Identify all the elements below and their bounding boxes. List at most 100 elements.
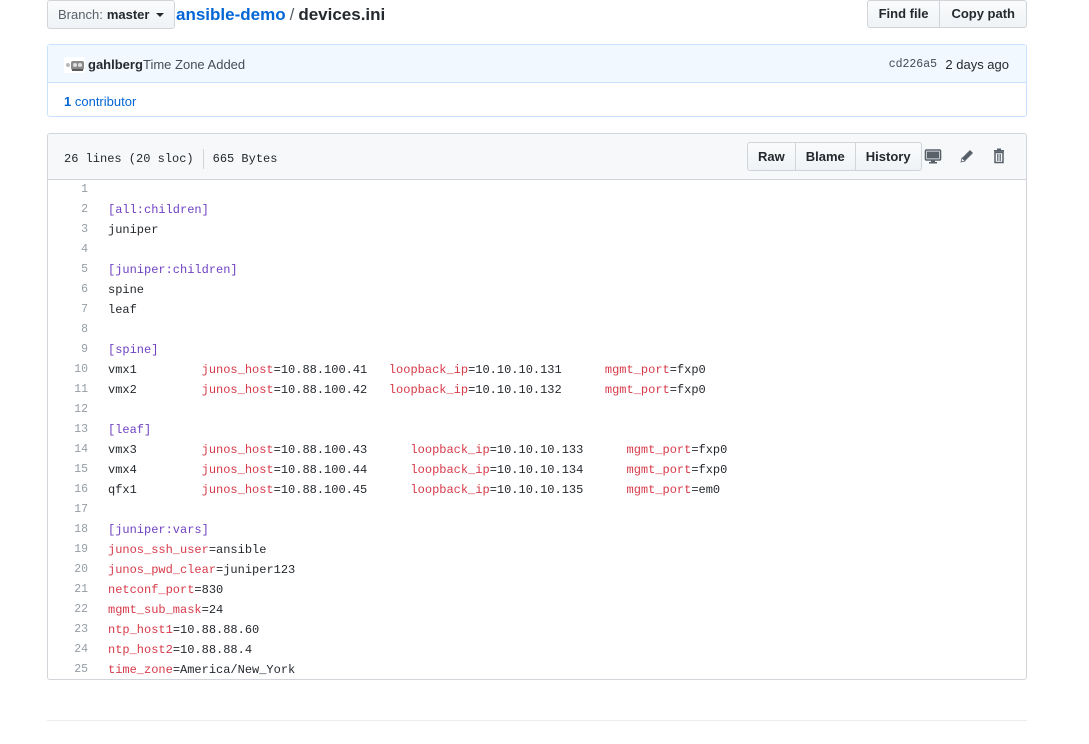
line-number[interactable]: 8 (48, 320, 88, 340)
line-content: [leaf] (108, 420, 151, 440)
copy-path-button[interactable]: Copy path (939, 0, 1027, 28)
line-number[interactable]: 7 (48, 300, 88, 320)
branch-value: master (106, 7, 150, 22)
line-number[interactable]: 25 (48, 660, 88, 679)
code-line: 2 [all:children] (48, 200, 1026, 220)
line-number[interactable]: 16 (48, 480, 88, 500)
ini-section: [juniper:children] (108, 263, 238, 277)
ini-key: mgmt_port (626, 443, 692, 457)
trashcan-icon[interactable] (990, 147, 1008, 165)
line-number[interactable]: 13 (48, 420, 88, 440)
line-number[interactable]: 1 (48, 180, 88, 200)
ini-key: mgmt_port (626, 483, 692, 497)
code-line: 21 netconf_port=830 (48, 580, 1026, 600)
branch-select-button[interactable]: Branch: master (47, 0, 176, 29)
line-content: [spine] (108, 340, 158, 360)
line-number[interactable]: 17 (48, 500, 88, 520)
ini-key: loopback_ip (388, 383, 469, 397)
blame-button[interactable]: Blame (794, 142, 856, 171)
ini-value: =fxp0 (691, 463, 728, 477)
ini-value: qfx1 (108, 483, 202, 497)
code-line: 22 mgmt_sub_mask=24 (48, 600, 1026, 620)
commit-tease: gahlberg Time Zone Added cd226a5 2 days … (47, 44, 1027, 117)
desktop-icon[interactable] (924, 147, 942, 165)
line-number[interactable]: 14 (48, 440, 88, 460)
ini-value: =fxp0 (669, 363, 706, 377)
code-line: 15 vmx4 junos_host=10.88.100.44 loopback_… (48, 460, 1026, 480)
file-size: 665 Bytes (212, 152, 278, 166)
code-line: 23 ntp_host1=10.88.88.60 (48, 620, 1026, 640)
ini-value: =10.10.10.133 (489, 443, 627, 457)
breadcrumb-repo-link[interactable]: ansible-demo (176, 5, 286, 24)
code-line: 3 juniper (48, 220, 1026, 240)
ini-value: =10.88.100.41 (273, 363, 389, 377)
file-navigation: Branch: master ansible-demo / devices.ini … (47, 0, 1027, 30)
pencil-icon[interactable] (958, 147, 976, 165)
line-number[interactable]: 18 (48, 520, 88, 540)
file-view-buttons: Raw Blame History (747, 142, 922, 171)
line-number[interactable]: 11 (48, 380, 88, 400)
avatar[interactable] (64, 57, 85, 73)
commit-header: gahlberg Time Zone Added cd226a5 2 days … (48, 45, 1026, 83)
line-content: juniper (108, 220, 158, 240)
raw-button[interactable]: Raw (747, 142, 796, 171)
history-button[interactable]: History (854, 142, 922, 171)
ini-key: loopback_ip (410, 463, 490, 477)
code-line: 12 (48, 400, 1026, 420)
line-content: vmx3 junos_host=10.88.100.43 loopback_ip… (108, 440, 727, 460)
ini-section: [all:children] (108, 203, 209, 217)
commit-sha-link[interactable]: cd226a5 (889, 58, 937, 71)
ini-value: =fxp0 (691, 443, 728, 457)
line-number[interactable]: 5 (48, 260, 88, 280)
line-number[interactable]: 9 (48, 340, 88, 360)
line-number[interactable]: 15 (48, 460, 88, 480)
line-content: vmx1 junos_host=10.88.100.41 loopback_ip… (108, 360, 706, 380)
ini-key: junos_host (201, 483, 274, 497)
ini-key: mgmt_sub_mask (108, 603, 202, 617)
ini-value: leaf (108, 303, 137, 317)
line-number[interactable]: 19 (48, 540, 88, 560)
line-number[interactable]: 23 (48, 620, 88, 640)
ini-value: juniper (108, 223, 159, 237)
code-line: 14 vmx3 junos_host=10.88.100.43 loopback_… (48, 440, 1026, 460)
line-number[interactable]: 22 (48, 600, 88, 620)
commit-message-link[interactable]: Time Zone Added (143, 57, 245, 72)
ini-section: [spine] (108, 343, 159, 357)
ini-key: mgmt_port (626, 463, 692, 477)
ini-value: =10.88.100.43 (273, 443, 411, 457)
code-line: 24 ntp_host2=10.88.88.4 (48, 640, 1026, 660)
line-content: junos_ssh_user=ansible (108, 540, 266, 560)
code-line: 10 vmx1 junos_host=10.88.100.41 loopback_… (48, 360, 1026, 380)
code-line: 16 qfx1 junos_host=10.88.100.45 loopback_… (48, 480, 1026, 500)
code-line: 1 (48, 180, 1026, 200)
line-number[interactable]: 3 (48, 220, 88, 240)
ini-value: =ansible (208, 543, 267, 557)
line-number[interactable]: 12 (48, 400, 88, 420)
line-number[interactable]: 24 (48, 640, 88, 660)
ini-value: =10.10.10.132 (468, 383, 605, 397)
contributors-link[interactable]: 1 contributor (64, 94, 136, 109)
ini-key: mgmt_port (604, 383, 670, 397)
ini-key: loopback_ip (410, 483, 490, 497)
line-number[interactable]: 2 (48, 200, 88, 220)
ini-section: [juniper:vars] (108, 523, 209, 537)
line-number[interactable]: 20 (48, 560, 88, 580)
line-number[interactable]: 4 (48, 240, 88, 260)
ini-value: =em0 (691, 483, 721, 497)
line-content: mgmt_sub_mask=24 (108, 600, 223, 620)
ini-key: loopback_ip (410, 443, 490, 457)
breadcrumb-separator: / (289, 5, 295, 24)
ini-value: =10.10.10.131 (468, 363, 605, 377)
line-number[interactable]: 6 (48, 280, 88, 300)
find-file-button[interactable]: Find file (866, 0, 941, 28)
line-number[interactable]: 21 (48, 580, 88, 600)
ini-value: =10.88.100.42 (273, 383, 389, 397)
code-line: 7 leaf (48, 300, 1026, 320)
file-info: 26 lines (20 sloc) 665 Bytes (64, 149, 277, 169)
line-content: vmx4 junos_host=10.88.100.44 loopback_ip… (108, 460, 727, 480)
commit-author-link[interactable]: gahlberg (88, 57, 143, 72)
code-line: 25 time_zone=America/New_York (48, 660, 1026, 679)
code-line: 18 [juniper:vars] (48, 520, 1026, 540)
code-line: 4 (48, 240, 1026, 260)
line-number[interactable]: 10 (48, 360, 88, 380)
